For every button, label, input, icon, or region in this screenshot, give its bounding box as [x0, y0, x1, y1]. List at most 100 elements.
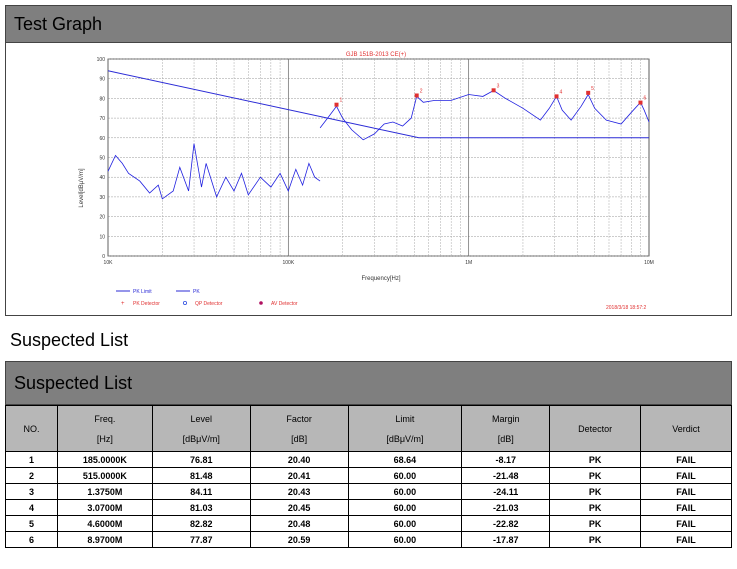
legend-label: PK Detector [133, 301, 160, 307]
table-row: 5 4.6000M 82.82 20.48 60.00 -22.82 PK FA… [5, 515, 732, 532]
legend-dot-swatch [259, 301, 263, 305]
cell-no: 6 [5, 531, 58, 548]
cell-limit: 60.00 [347, 467, 463, 484]
cell-detector: PK [549, 451, 642, 468]
cell-level: 76.81 [151, 451, 251, 468]
y-tick-label: 60 [99, 136, 105, 142]
suspected-list-table: NO. Freq. [Hz] Level [dBμV/m] Factor [dB] L… [5, 405, 732, 548]
peak-marker [638, 100, 643, 105]
header-level: Level [dBμV/m] [151, 405, 251, 452]
header-detector: Detector [549, 405, 642, 452]
y-tick-label: 40 [99, 175, 105, 181]
cell-freq: 515.0000K [56, 467, 153, 484]
cell-no: 3 [5, 483, 58, 500]
suspected-list-heading: Suspected List [10, 330, 129, 350]
emission-chart: GJB 151B-2013 CE(+) Level[dBμV/m] Freque… [79, 52, 654, 311]
y-tick-label: 50 [99, 156, 105, 162]
table-row: 2 515.0000K 81.48 20.41 60.00 -21.48 PK … [5, 467, 732, 484]
cell-limit: 60.00 [347, 483, 463, 500]
cell-verdict: FAIL [640, 515, 732, 532]
x-tick-label: 10M [644, 260, 654, 266]
cell-limit: 60.00 [347, 515, 463, 532]
cell-limit: 60.00 [347, 499, 463, 516]
table-row: 1 185.0000K 76.81 20.40 68.64 -8.17 PK F… [5, 451, 732, 468]
cell-verdict: FAIL [640, 499, 732, 516]
cell-factor: 20.59 [249, 531, 349, 548]
cell-factor: 20.45 [249, 499, 349, 516]
cell-freq: 8.9700M [56, 531, 153, 548]
header-limit: Limit [dBμV/m] [347, 405, 463, 452]
chart-footnote: 2018/3/18 18:57:2 [606, 305, 647, 311]
legend-label: PK Limit [133, 289, 152, 295]
cell-detector: PK [549, 531, 642, 548]
y-tick-label: 70 [99, 116, 105, 122]
peak-marker [554, 94, 559, 99]
cell-margin: -17.87 [461, 531, 551, 548]
y-tick-label: 20 [99, 215, 105, 221]
y-tick-label: 30 [99, 195, 105, 201]
legend-cross-swatch: + [121, 301, 125, 307]
table-header-row: NO. Freq. [Hz] Level [dBμV/m] Factor [dB] L… [5, 405, 732, 452]
cell-margin: -21.48 [461, 467, 551, 484]
legend-label: PK [193, 289, 200, 295]
suspected-list-title-bar: Suspected List [5, 361, 732, 405]
cell-detector: PK [549, 515, 642, 532]
cell-level: 81.03 [151, 499, 251, 516]
cell-freq: 1.3750M [56, 483, 153, 500]
cell-level: 77.87 [151, 531, 251, 548]
x-tick-label: 1M [465, 260, 472, 266]
peak-marker-label: 5 [591, 86, 594, 92]
cell-margin: -8.17 [461, 451, 551, 468]
cell-level: 84.11 [151, 483, 251, 500]
cell-level: 82.82 [151, 515, 251, 532]
header-no: NO. [5, 405, 58, 452]
x-tick-label: 10K [104, 260, 114, 266]
cell-margin: -22.82 [461, 515, 551, 532]
x-tick-label: 100K [282, 260, 294, 266]
test-graph-title-bar: Test Graph [5, 5, 732, 43]
cell-detector: PK [549, 499, 642, 516]
x-axis-label: Frequency[Hz] [361, 276, 400, 282]
y-tick-label: 10 [99, 234, 105, 240]
y-tick-label: 100 [97, 57, 106, 63]
cell-factor: 20.48 [249, 515, 349, 532]
y-tick-label: 90 [99, 77, 105, 83]
cell-margin: -24.11 [461, 483, 551, 500]
cell-detector: PK [549, 483, 642, 500]
chart-title: GJB 151B-2013 CE(+) [346, 52, 406, 58]
test-graph-panel: GJB 151B-2013 CE(+) Level[dBμV/m] Freque… [5, 43, 732, 316]
peak-marker-label: 3 [497, 83, 500, 89]
cell-verdict: FAIL [640, 467, 732, 484]
header-margin: Margin [dB] [461, 405, 551, 452]
cell-no: 5 [5, 515, 58, 532]
y-tick-label: 80 [99, 96, 105, 102]
cell-no: 4 [5, 499, 58, 516]
cell-factor: 20.41 [249, 467, 349, 484]
header-freq: Freq. [Hz] [56, 405, 153, 452]
cell-detector: PK [549, 467, 642, 484]
legend-label: AV Detector [271, 301, 298, 307]
table-row: 4 3.0700M 81.03 20.45 60.00 -21.03 PK FA… [5, 499, 732, 516]
header-factor: Factor [dB] [249, 405, 349, 452]
peak-marker [586, 90, 591, 95]
table-row: 6 8.9700M 77.87 20.59 60.00 -17.87 PK FA… [5, 531, 732, 548]
legend-label: QP Detector [195, 301, 223, 307]
test-graph-title: Test Graph [14, 13, 103, 34]
cell-no: 1 [5, 451, 58, 468]
header-verdict: Verdict [640, 405, 732, 452]
cell-verdict: FAIL [640, 451, 732, 468]
peak-marker-label: 1 [340, 98, 343, 104]
peak-marker [334, 102, 339, 107]
cell-freq: 4.6000M [56, 515, 153, 532]
cell-limit: 60.00 [347, 531, 463, 548]
legend-circle-swatch [182, 300, 187, 305]
cell-level: 81.48 [151, 467, 251, 484]
peak-marker-label: 4 [560, 89, 563, 95]
cell-factor: 20.40 [249, 451, 349, 468]
peak-marker-label: 2 [420, 88, 423, 94]
peak-marker [491, 88, 496, 93]
cell-limit: 68.64 [347, 451, 463, 468]
peak-marker [414, 93, 419, 98]
cell-freq: 3.0700M [56, 499, 153, 516]
cell-no: 2 [5, 467, 58, 484]
